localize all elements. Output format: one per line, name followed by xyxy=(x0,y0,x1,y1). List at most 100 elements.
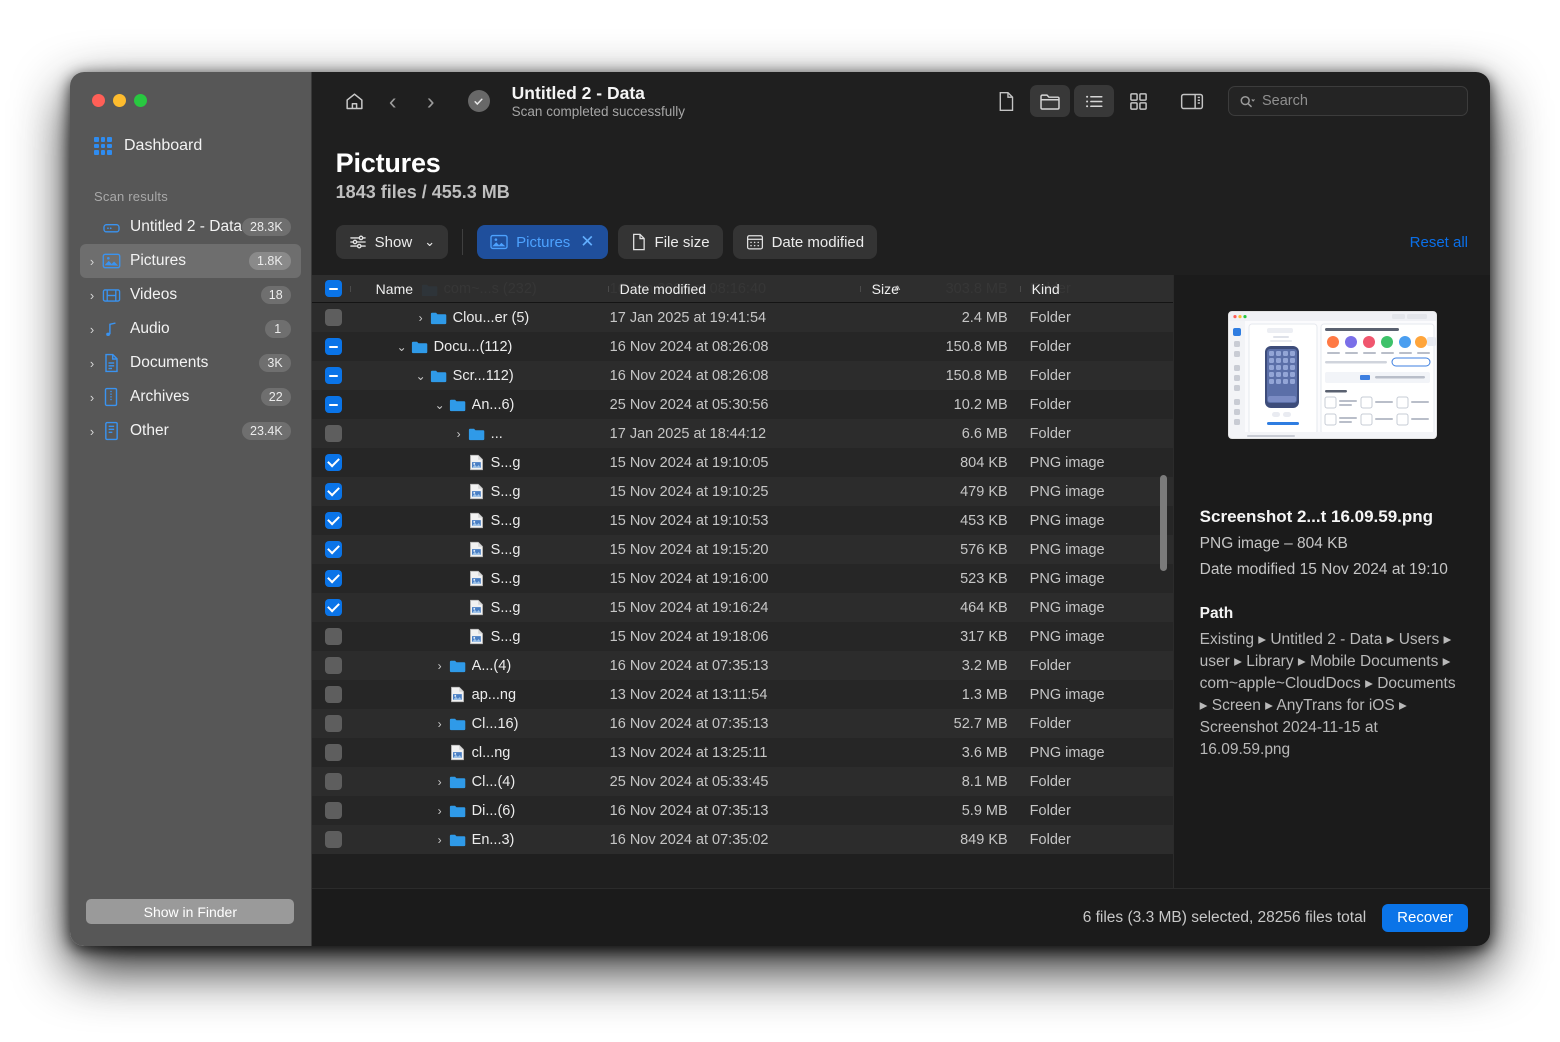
sidebar-nav: › Untitled 2 - Data 28.3K › xyxy=(70,210,311,448)
table-row[interactable]: ⌄ Docu...(112) 16 Nov 2024 at 08:26:08 150.… xyxy=(311,332,1173,361)
row-checkbox[interactable] xyxy=(312,367,356,384)
recover-button[interactable]: Recover xyxy=(1382,903,1468,932)
sidebar-item-pictures[interactable]: › Pictures 1.8K xyxy=(80,244,301,278)
row-checkbox[interactable] xyxy=(312,773,356,790)
table-row[interactable]: S...g 15 Nov 2024 at 19:15:20 576 KB PNG im… xyxy=(311,535,1173,564)
chevron-down-icon[interactable]: ⌄ xyxy=(394,340,410,354)
filter-chip-pictures[interactable]: Pictures ✕ xyxy=(477,225,608,259)
chevron-right-icon[interactable]: › xyxy=(432,775,448,789)
row-checkbox[interactable] xyxy=(312,686,356,703)
minimize-window-button[interactable] xyxy=(113,94,126,107)
row-checkbox[interactable] xyxy=(312,425,356,442)
row-date: 15 Nov 2024 at 19:10:05 xyxy=(609,454,769,471)
grid-view-icon[interactable] xyxy=(1118,85,1158,117)
sidebar-item-archives[interactable]: › Archives 22 xyxy=(80,380,301,414)
column-header-date-modified[interactable]: Date modified xyxy=(607,281,860,297)
chevron-right-icon[interactable]: › xyxy=(84,391,100,404)
home-icon[interactable] xyxy=(336,82,374,120)
chevron-right-icon[interactable]: › xyxy=(84,289,100,302)
chevron-right-icon[interactable]: › xyxy=(84,425,100,438)
filter-chip-date-modified[interactable]: Date modified xyxy=(732,225,878,259)
chevron-down-icon[interactable]: ⌄ xyxy=(413,369,429,383)
chevron-right-icon[interactable]: › xyxy=(413,311,429,325)
row-checkbox[interactable] xyxy=(312,338,356,355)
table-row[interactable]: ›... 17 Jan 2025 at 18:44:12 6.6 MB Folder xyxy=(311,419,1173,448)
close-icon[interactable]: ✕ xyxy=(580,232,594,252)
row-checkbox[interactable] xyxy=(312,309,356,326)
table-row[interactable]: › A...(4) 16 Nov 2024 at 07:35:13 3.2 MB Fol… xyxy=(311,651,1173,680)
row-checkbox[interactable] xyxy=(312,483,356,500)
page-title: Pictures xyxy=(335,148,441,178)
forward-button[interactable]: › xyxy=(412,82,450,120)
table-row[interactable]: S...g 15 Nov 2024 at 19:10:53 453 KB PNG im… xyxy=(311,506,1173,535)
chevron-right-icon[interactable]: › xyxy=(432,717,448,731)
table-row[interactable]: cl...ng 13 Nov 2024 at 13:25:11 3.6 MB PNG … xyxy=(311,738,1173,767)
sidebar-item-untitled-2-data[interactable]: › Untitled 2 - Data 28.3K xyxy=(80,210,301,244)
table-row[interactable]: S...g 15 Nov 2024 at 19:10:25 479 KB PNG im… xyxy=(311,477,1173,506)
row-checkbox[interactable] xyxy=(312,396,356,413)
chevron-right-icon[interactable]: › xyxy=(451,427,467,441)
list-view-icon[interactable] xyxy=(1074,85,1114,117)
chevron-right-icon[interactable]: › xyxy=(84,323,100,336)
row-name-cell: › Clou...er (5) xyxy=(356,310,608,326)
sidebar-item-dashboard[interactable]: Dashboard xyxy=(94,137,311,155)
row-checkbox[interactable] xyxy=(312,744,356,761)
table-row[interactable]: › Cl...(4) 25 Nov 2024 at 05:33:45 8.1 MB Fo… xyxy=(311,767,1173,796)
show-in-finder-button[interactable]: Show in Finder xyxy=(86,899,295,924)
column-header-name[interactable]: Name xyxy=(349,281,608,297)
checkbox-indeterminate-icon xyxy=(325,367,343,384)
column-header-size[interactable]: Size xyxy=(859,281,1020,297)
table-row[interactable]: › Di...(6) 16 Nov 2024 at 07:35:13 5.9 MB Fo… xyxy=(311,796,1173,825)
folder-view-icon[interactable] xyxy=(1030,85,1070,117)
row-checkbox[interactable] xyxy=(312,802,356,819)
row-checkbox[interactable] xyxy=(312,831,356,848)
table-row[interactable]: ⌄ Scr...112) 16 Nov 2024 at 08:26:08 150.8 … xyxy=(311,361,1173,390)
chevron-right-icon[interactable]: › xyxy=(432,833,448,847)
table-row[interactable]: S...g 15 Nov 2024 at 19:16:00 523 KB PNG im… xyxy=(311,564,1173,593)
sidebar-item-other[interactable]: › Other 23.4K xyxy=(80,414,301,448)
reset-all-link[interactable]: Reset all xyxy=(1410,234,1468,251)
table-row[interactable]: › Clou...er (5) 17 Jan 2025 at 19:41:54 2.4… xyxy=(311,303,1173,332)
back-button[interactable]: ‹ xyxy=(374,82,412,120)
chevron-right-icon[interactable]: › xyxy=(84,357,100,370)
row-checkbox[interactable] xyxy=(312,512,356,529)
row-name: Cl...(4) xyxy=(471,773,516,790)
sidebar-item-audio[interactable]: › Audio 1 xyxy=(80,312,301,346)
table-row[interactable]: › Cl...16) 16 Nov 2024 at 07:35:13 52.7 MB F… xyxy=(311,709,1173,738)
sidebar-item-label: Videos xyxy=(130,286,178,303)
table-row[interactable]: › En...3) 16 Nov 2024 at 07:35:02 849 KB Fol… xyxy=(311,825,1173,854)
chevron-right-icon[interactable]: › xyxy=(432,804,448,818)
table-row[interactable]: S...g 15 Nov 2024 at 19:16:24 464 KB PNG im… xyxy=(311,593,1173,622)
file-view-icon[interactable] xyxy=(986,85,1026,117)
sidebar-item-videos[interactable]: › Videos 18 xyxy=(80,278,301,312)
row-checkbox[interactable] xyxy=(312,454,356,471)
table-scrollbar[interactable] xyxy=(1159,475,1167,571)
zoom-window-button[interactable] xyxy=(134,94,147,107)
png-icon xyxy=(467,628,486,645)
show-dropdown-button[interactable]: Show ⌄ xyxy=(335,225,449,259)
row-checkbox[interactable] xyxy=(312,570,356,587)
chevron-right-icon[interactable]: › xyxy=(432,659,448,673)
search-input[interactable]: Search xyxy=(1228,86,1468,116)
chevron-down-icon[interactable]: ⌄ xyxy=(432,398,448,412)
row-checkbox[interactable] xyxy=(312,715,356,732)
table-rows-host: › Clou...er (5) 17 Jan 2025 at 19:41:54 2.4… xyxy=(311,303,1173,854)
row-checkbox[interactable] xyxy=(312,541,356,558)
table-row[interactable]: ⌄ An...6) 25 Nov 2024 at 05:30:56 10.2 MB Fo… xyxy=(311,390,1173,419)
row-kind: Folder xyxy=(1029,367,1071,384)
row-checkbox[interactable] xyxy=(312,628,356,645)
close-window-button[interactable] xyxy=(92,94,105,107)
table-row[interactable]: S...g 15 Nov 2024 at 19:18:06 317 KB PNG im… xyxy=(311,622,1173,651)
sidebar-toggle-icon[interactable] xyxy=(1172,85,1212,117)
filter-chip-file-size[interactable]: File size xyxy=(617,225,723,259)
png-icon xyxy=(467,454,486,471)
row-checkbox[interactable] xyxy=(312,657,356,674)
row-checkbox[interactable] xyxy=(312,599,356,616)
file-table-body[interactable]: ⌄ com~...s (232) 16 Jan 2025 at 08:16:40… xyxy=(311,275,1173,946)
sidebar-item-documents[interactable]: › Documents 3K xyxy=(80,346,301,380)
table-row[interactable]: S...g 15 Nov 2024 at 19:10:05 804 KB PNG im… xyxy=(311,448,1173,477)
column-header-kind[interactable]: Kind xyxy=(1019,281,1173,297)
table-row[interactable]: ap...ng 13 Nov 2024 at 13:11:54 1.3 MB PNG … xyxy=(311,680,1173,709)
sidebar-item-count: 23.4K xyxy=(242,422,291,440)
chevron-right-icon[interactable]: › xyxy=(84,255,100,268)
